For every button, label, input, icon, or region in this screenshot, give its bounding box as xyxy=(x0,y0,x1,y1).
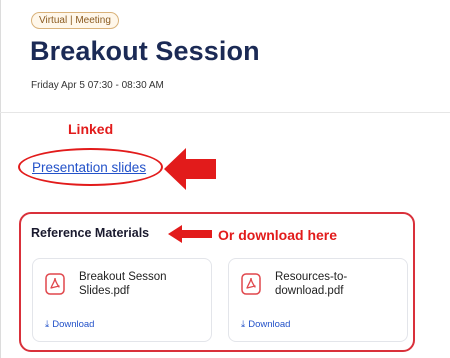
download-icon: ⤓ xyxy=(241,319,246,330)
page-title: Breakout Session xyxy=(30,36,260,66)
file-name: Breakout Sesson Slides.pdf xyxy=(79,271,167,297)
pdf-file-icon xyxy=(45,273,65,295)
download-label: Download xyxy=(52,319,95,330)
download-link[interactable]: ⤓ Download xyxy=(45,319,94,330)
annotation-arrow-small-icon xyxy=(168,225,212,243)
file-name: Resources-to-download.pdf xyxy=(275,271,348,297)
event-header: Virtual | Meeting Breakout Session Frida… xyxy=(0,0,450,113)
event-type-badge: Virtual | Meeting xyxy=(31,12,119,29)
file-card[interactable]: Breakout Sesson Slides.pdf ⤓ Download xyxy=(32,258,212,342)
event-datetime: Friday Apr 5 07:30 - 08:30 AM xyxy=(31,80,164,91)
file-card[interactable]: Resources-to-download.pdf ⤓ Download xyxy=(228,258,408,342)
annotation-download-here: Or download here xyxy=(218,227,338,243)
presentation-slides-link[interactable]: Presentation slides xyxy=(32,160,146,175)
pdf-file-icon xyxy=(241,273,261,295)
annotation-linked: Linked xyxy=(68,121,114,137)
reference-materials-title: Reference Materials xyxy=(31,226,150,240)
download-icon: ⤓ xyxy=(45,319,50,330)
annotation-arrow-left-icon xyxy=(164,148,216,190)
download-link[interactable]: ⤓ Download xyxy=(241,319,290,330)
download-label: Download xyxy=(248,319,291,330)
